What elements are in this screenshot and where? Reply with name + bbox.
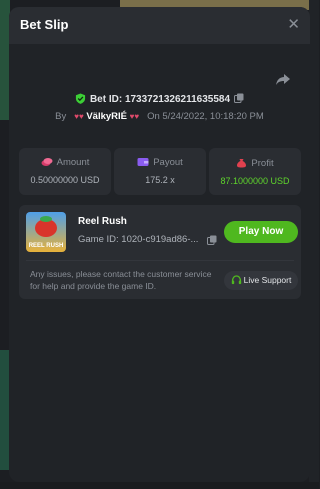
headset-icon [231, 275, 241, 285]
money-bag-icon [237, 159, 247, 168]
modal-header: Bet Slip ✕ [9, 7, 310, 44]
amount-value: 0.50000000 USD [30, 175, 100, 185]
copy-icon[interactable] [207, 235, 217, 245]
payout-value: 175.2 x [145, 175, 175, 185]
amount-card: Amount 0.50000000 USD [19, 148, 111, 195]
on-label: On [147, 111, 160, 122]
live-support-button[interactable]: Live Support [224, 271, 298, 290]
share-icon[interactable] [275, 71, 291, 87]
bet-slip-modal: Bet Slip ✕ Bet ID: 17337213262116355​84 … [9, 7, 310, 482]
profit-value: 87.1000000 USD [220, 176, 290, 186]
game-card: REEL RUSH Reel Rush Game ID: 1020-c919ad… [19, 205, 301, 299]
profit-card: Profit 87.1000000 USD [209, 148, 301, 195]
payout-label: Payout [153, 157, 183, 168]
bet-date: 5/24/2022, 10:18:20 PM [162, 111, 264, 122]
play-now-button[interactable]: Play Now [224, 221, 298, 243]
heart-icon: ♥♥ [129, 112, 140, 121]
coins-icon [41, 158, 53, 166]
background-panel [309, 0, 319, 489]
close-icon[interactable]: ✕ [287, 15, 300, 33]
shield-icon [75, 93, 86, 104]
heart-icon: ♥♥ [74, 112, 84, 121]
live-support-label: Live Support [243, 275, 292, 285]
bet-stats: Amount 0.50000000 USD Payout 175.2 x Pro… [19, 148, 301, 198]
support-notice: Any issues, please contact the customer … [30, 269, 212, 291]
game-thumbnail[interactable]: REEL RUSH [26, 212, 66, 252]
game-thumbnail-logo: REEL RUSH [28, 243, 64, 249]
amount-label: Amount [56, 157, 90, 168]
profit-label: Profit [251, 158, 274, 169]
modal-title: Bet Slip [20, 17, 69, 32]
game-name: Reel Rush [78, 216, 127, 227]
copy-icon[interactable] [234, 93, 244, 103]
bet-author-row: By ♥♥ VälkyRIÉ ♥♥ On 5/24/2022, 10:18:20… [9, 111, 310, 122]
game-id: Game ID: 1020-c919ad86-... [78, 234, 199, 245]
bet-id: Bet ID: 17337213262116355​84 [89, 94, 231, 105]
background-panel [0, 482, 319, 489]
username[interactable]: VälkyRIÉ [86, 111, 127, 122]
by-label: By [55, 111, 67, 122]
wallet-icon [137, 158, 149, 166]
bet-id-row: Bet ID: 17337213262116355​84 [9, 93, 310, 105]
payout-card: Payout 175.2 x [114, 148, 206, 195]
divider [26, 260, 294, 261]
